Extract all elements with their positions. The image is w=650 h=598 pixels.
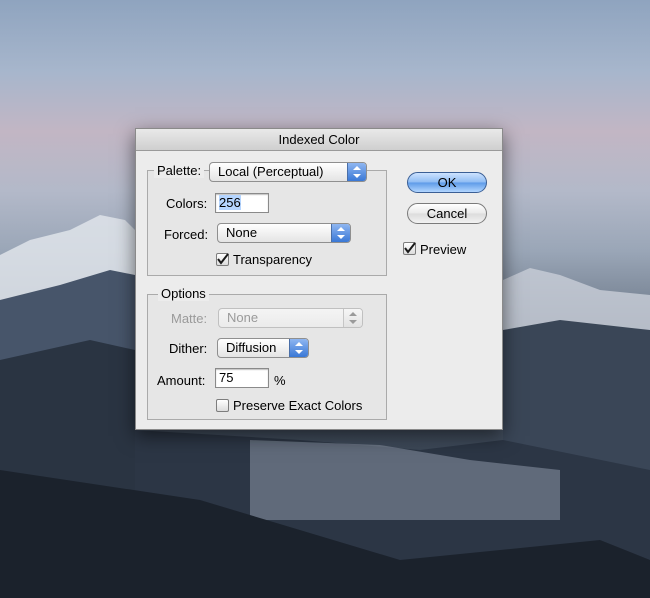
forced-select-arrow-icon: [331, 224, 350, 242]
indexed-color-dialog: Indexed Color Palette: Local (Perceptual…: [135, 128, 503, 430]
transparency-label: Transparency: [233, 252, 312, 267]
forced-select-value: None: [226, 225, 258, 240]
matte-label: Matte:: [171, 311, 208, 326]
amount-unit: %: [274, 373, 286, 388]
matte-select-value: None: [227, 310, 259, 325]
amount-input-value: 75: [219, 370, 234, 385]
palette-select-arrow-icon: [347, 163, 366, 181]
options-legend: Options: [158, 286, 209, 301]
dialog-title: Indexed Color: [136, 129, 502, 151]
palette-select-value: Local (Perceptual): [218, 164, 324, 179]
dither-select-value: Diffusion: [226, 340, 277, 355]
amount-label: Amount:: [157, 373, 206, 388]
transparency-checkbox[interactable]: [216, 253, 229, 266]
dither-select[interactable]: Diffusion: [217, 338, 309, 358]
colors-label: Colors:: [166, 196, 208, 211]
preserve-exact-colors-checkbox[interactable]: [216, 399, 229, 412]
ok-button[interactable]: OK: [407, 172, 487, 193]
cancel-button[interactable]: Cancel: [407, 203, 487, 224]
palette-label: Palette:: [154, 163, 205, 178]
palette-select[interactable]: Local (Perceptual): [209, 162, 367, 182]
colors-input-value: 256: [219, 195, 241, 210]
preview-label: Preview: [420, 242, 467, 257]
matte-select[interactable]: None: [218, 308, 363, 328]
forced-select[interactable]: None: [217, 223, 351, 243]
forced-label: Forced:: [164, 227, 209, 242]
preview-checkbox[interactable]: [403, 242, 416, 255]
dither-label: Dither:: [169, 341, 208, 356]
amount-input[interactable]: 75: [215, 368, 269, 388]
colors-input[interactable]: 256: [215, 193, 269, 213]
matte-select-arrow-icon: [343, 309, 362, 327]
dither-select-arrow-icon: [289, 339, 308, 357]
preserve-exact-colors-label: Preserve Exact Colors: [233, 398, 363, 413]
